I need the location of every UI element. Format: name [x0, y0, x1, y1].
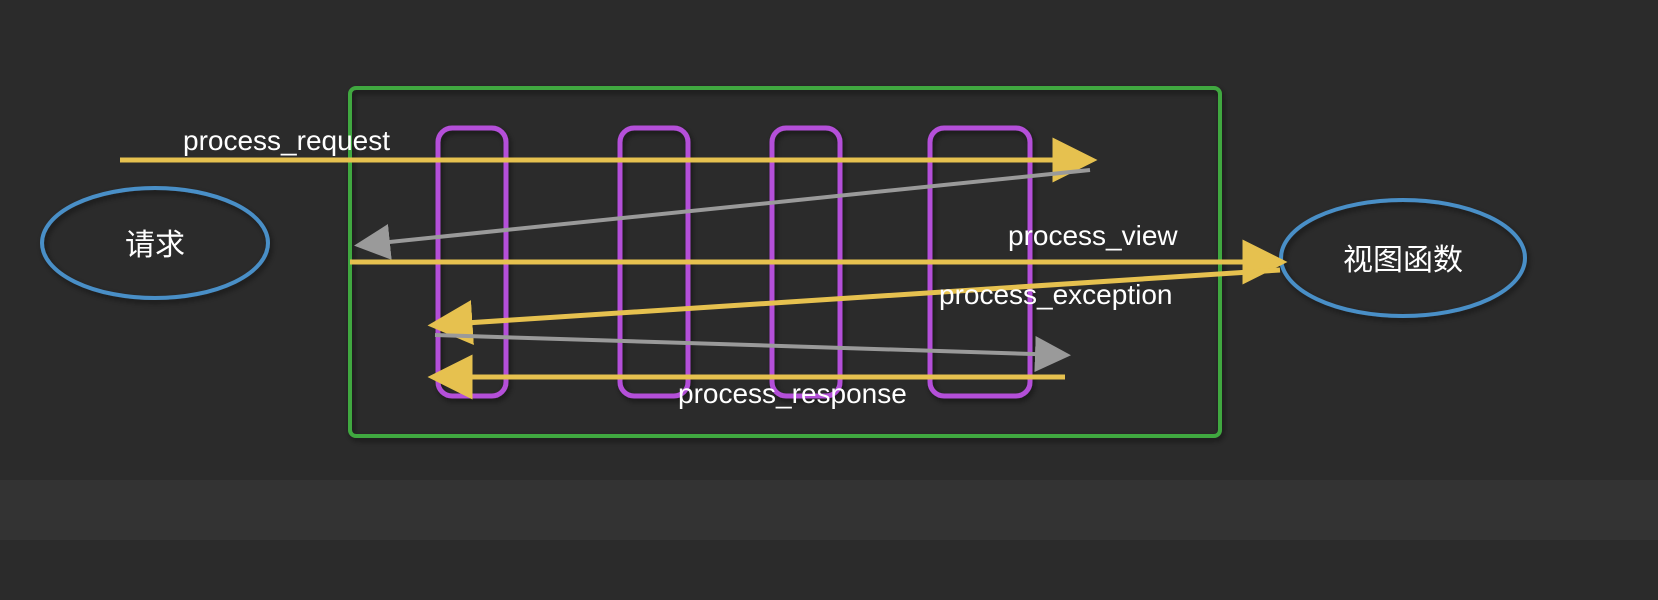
view-function-label: 视图函数 — [1343, 244, 1463, 277]
request-label: 请求 — [125, 229, 185, 262]
bottom-strip — [0, 480, 1658, 540]
label-process-request: process_request — [183, 125, 390, 156]
diagram-canvas: 请求 视图函数 process_request process_view pro… — [0, 0, 1658, 600]
label-process-exception: process_exception — [939, 279, 1172, 310]
label-process-view: process_view — [1008, 220, 1178, 251]
label-process-response: process_response — [678, 378, 907, 409]
arrow-gray-bottom — [435, 335, 1065, 355]
arrow-gray-top — [360, 170, 1090, 245]
